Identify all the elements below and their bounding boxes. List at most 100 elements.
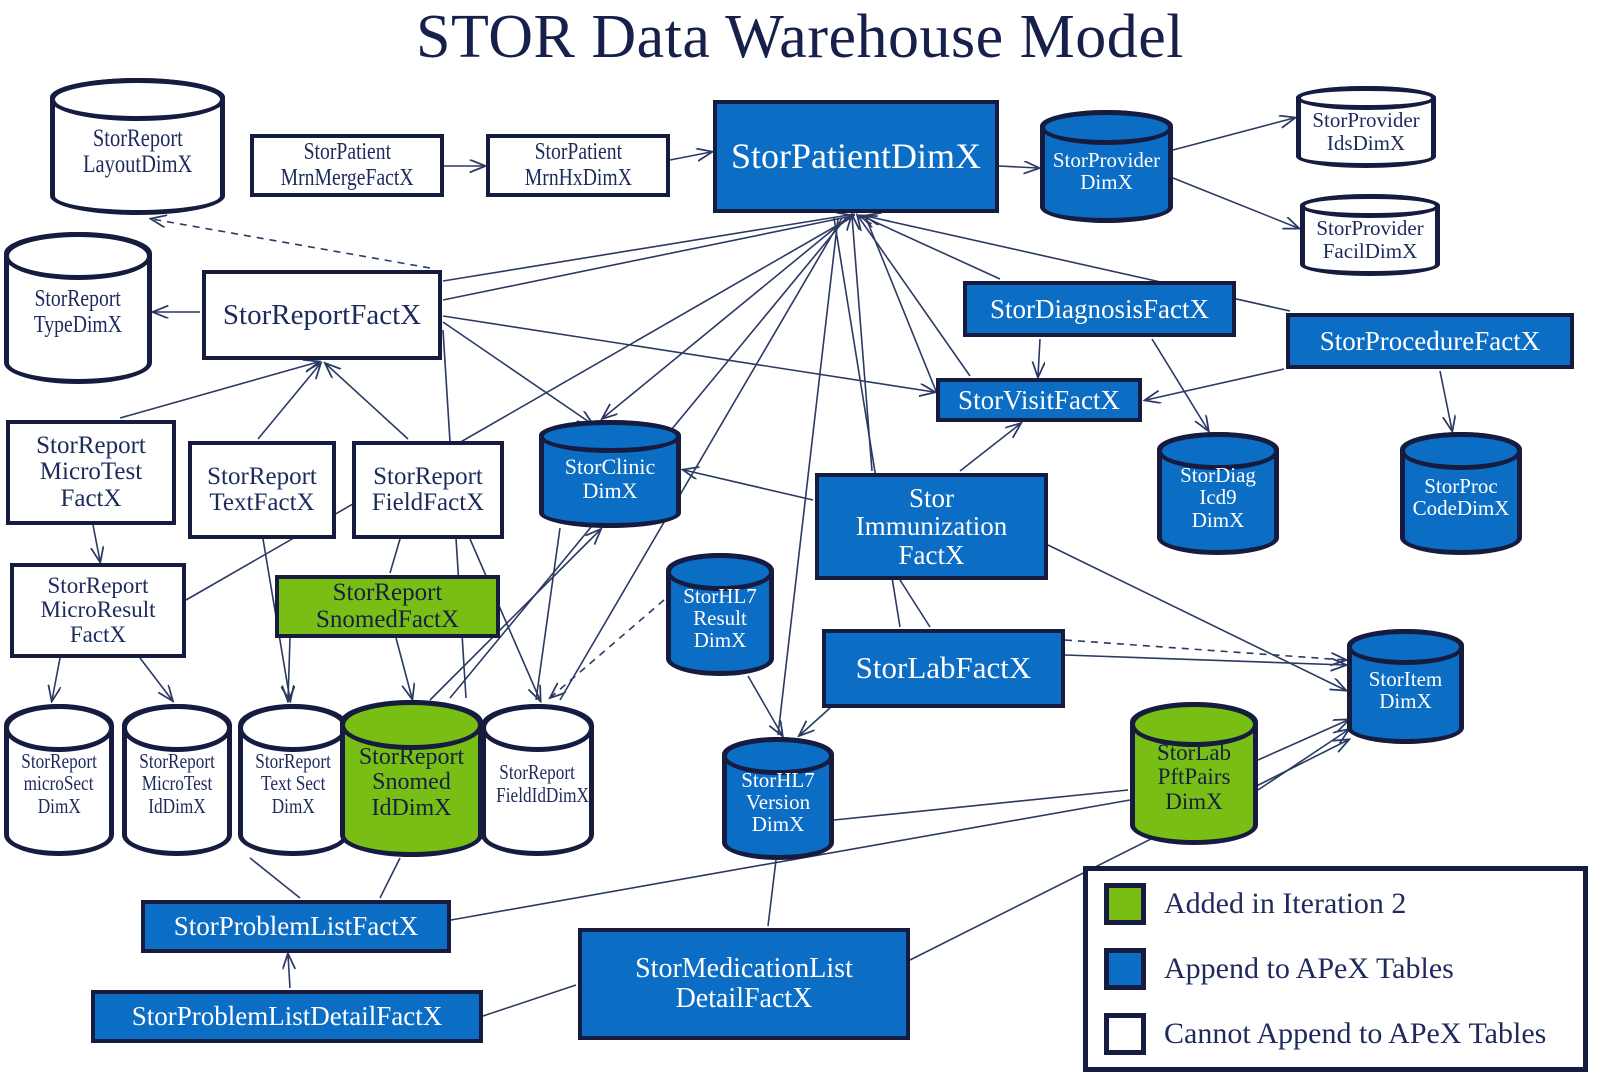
edge-storImmunizationFactX-to-storClinicDimX xyxy=(684,470,814,501)
legend-label-append-apex: Append to APeX Tables xyxy=(1164,951,1454,985)
edge-storPatientDimX-to-storVisitFactX xyxy=(865,217,939,397)
edge-storPatientDimX-to-storReportFactX xyxy=(442,213,856,282)
edge-storImmunizationFactX-to-storVisitFactX xyxy=(959,424,1020,472)
node-storReportMicroTestIdDimX[interactable]: StorReport MicroTest IdDimX xyxy=(122,704,232,856)
node-label: StorMedicationList DetailFactX xyxy=(635,953,853,1014)
legend-label-added-iteration-2: Added in Iteration 2 xyxy=(1164,886,1407,920)
edge-storProviderDimX-to-storProviderIdsDimX xyxy=(1172,118,1294,151)
node-label: Stor Immunization FactX xyxy=(855,482,1008,570)
edge-storProcedureFactX-to-storProcCodeDimX xyxy=(1439,370,1452,430)
node-label: StorReport MicroTest IdDimX xyxy=(139,749,215,818)
node-storProblemListFactX[interactable]: StorProblemListFactX xyxy=(141,900,451,953)
node-storLabFactX[interactable]: StorLabFactX xyxy=(822,629,1065,708)
edge-storMedicationListDetailFactX-to-storHL7VersionDimX xyxy=(767,859,777,927)
edge-storHL7VersionDimX-to-storLabPftPairsDimX xyxy=(833,789,1129,821)
node-label: StorReport Text Sect DimX xyxy=(255,749,331,818)
node-storReportFieldIdDimX[interactable]: StorReport FieldIdDimX xyxy=(481,704,594,856)
node-storHL7ResultDimX[interactable]: StorHL7 Result DimX xyxy=(666,553,774,676)
node-storPatientDimX[interactable]: StorPatientDimX xyxy=(713,100,999,213)
edge-storReportSnomedFactX-to-storReportTextSectDimX xyxy=(288,637,290,700)
legend: Added in Iteration 2 Append to APeX Tabl… xyxy=(1083,866,1588,1072)
node-label: StorReport TypeDimX xyxy=(33,286,123,338)
cylinder-top-icon xyxy=(1400,432,1522,471)
node-label: StorReport MicroResult FactX xyxy=(40,572,156,647)
node-label: StorHL7 Version DimX xyxy=(741,767,815,837)
node-storReportTextSectDimX[interactable]: StorReport Text Sect DimX xyxy=(238,704,348,856)
edge-storReportFactX-to-storPatientDimX xyxy=(442,216,852,301)
edge-storReportFieldFactX-to-storReportSnomedFactX xyxy=(389,538,401,574)
edge-storHL7ResultDimX-to-storReportFieldIdDimX xyxy=(551,599,665,697)
node-storReportTypeDimX[interactable]: StorReport TypeDimX xyxy=(4,232,152,384)
node-label: StorReport Snomed IdDimX xyxy=(358,743,465,821)
node-label: StorProblemListFactX xyxy=(173,911,419,942)
legend-swatch-green xyxy=(1104,882,1146,925)
cylinder-top-icon xyxy=(481,704,594,753)
edge-storReportFactX-to-storReportLayoutDimX xyxy=(152,219,431,269)
node-label: StorDiagnosisFactX xyxy=(990,293,1209,324)
edge-storProblemListFactX-to-storReportFieldIdDimX xyxy=(249,857,301,899)
node-label: StorReport microSect DimX xyxy=(21,749,97,818)
edge-storVisitFactX-to-storPatientDimX xyxy=(858,216,971,377)
edge-storProblemListDetailFactX-to-storMedicationListDetailFactX xyxy=(482,984,577,1017)
node-storReportMicroResultFactX[interactable]: StorReport MicroResult FactX xyxy=(10,563,186,658)
node-label: StorProvider FacilDimX xyxy=(1316,216,1424,263)
legend-row: Append to APeX Tables xyxy=(1088,936,1583,1001)
edge-storReportMicroTestFactX-to-storReportFactX xyxy=(119,362,318,419)
node-storMedicationListDetailFactX[interactable]: StorMedicationList DetailFactX xyxy=(578,928,910,1040)
node-storReportSnomedIdDimX[interactable]: StorReport Snomed IdDimX xyxy=(340,700,483,857)
node-storReportMicroTestFactX[interactable]: StorReport MicroTest FactX xyxy=(6,420,176,525)
node-label: StorLab PftPairs DimX xyxy=(1156,740,1232,814)
legend-row: Added in Iteration 2 xyxy=(1088,871,1583,936)
cylinder-top-icon xyxy=(4,232,152,281)
edge-storReportMicroResultFactX-to-storReportMicroSectDimX xyxy=(52,657,60,700)
node-storProviderIdsDimX[interactable]: StorProvider IdsDimX xyxy=(1296,86,1436,168)
node-storPatientMrnHxDimX[interactable]: StorPatient MrnHxDimX xyxy=(486,134,670,197)
edge-storProcedureFactX-to-storVisitFactX xyxy=(1146,368,1285,400)
edge-storProblemListFactX-to-storReportSnomedIdDimX xyxy=(379,857,401,899)
edge-storClinicDimX-to-storReportFieldIdDimX xyxy=(535,527,561,701)
node-storPatientMrnMergeFactX[interactable]: StorPatient MrnMergeFactX xyxy=(250,134,444,197)
node-label: StorProc CodeDimX xyxy=(1412,474,1510,521)
node-storReportTextFactX[interactable]: StorReport TextFactX xyxy=(188,441,336,539)
edge-storLabFactX-to-storItemDimX xyxy=(1064,654,1345,665)
node-storProviderDimX[interactable]: StorProvider DimX xyxy=(1040,110,1173,223)
legend-row: Cannot Append to APeX Tables xyxy=(1088,1002,1583,1067)
node-storProcCodeDimX[interactable]: StorProc CodeDimX xyxy=(1400,432,1522,555)
node-label: StorReport MicroTest FactX xyxy=(36,431,146,512)
node-storReportFieldFactX[interactable]: StorReport FieldFactX xyxy=(352,441,504,539)
node-storVisitFactX[interactable]: StorVisitFactX xyxy=(936,378,1142,422)
node-storReportMicroSectDimX[interactable]: StorReport microSect DimX xyxy=(4,704,114,856)
node-storClinicDimX[interactable]: StorClinic DimX xyxy=(539,420,681,528)
edge-storImmunizationFactX-to-storItemDimX xyxy=(1047,544,1345,690)
node-storLabPftPairsDimX[interactable]: StorLab PftPairs DimX xyxy=(1130,702,1258,845)
node-storItemDimX[interactable]: StorItem DimX xyxy=(1347,629,1464,744)
node-label: StorPatient MrnMergeFactX xyxy=(280,139,414,191)
edge-storLabFactX-to-storHL7VersionDimX xyxy=(800,707,831,735)
edge-storReportSnomedFactX-to-storReportSnomedIdDimX xyxy=(395,637,412,698)
edge-storLabPftPairsDimX-to-storItemDimX xyxy=(1257,730,1348,791)
node-storDiagnosisFactX[interactable]: StorDiagnosisFactX xyxy=(963,281,1236,337)
node-storHL7VersionDimX[interactable]: StorHL7 Version DimX xyxy=(722,737,834,860)
node-label: StorReport TextFactX xyxy=(207,462,317,516)
node-storProblemListDetailFactX[interactable]: StorProblemListDetailFactX xyxy=(91,990,483,1043)
node-storReportSnomedFactX[interactable]: StorReport SnomedFactX xyxy=(275,575,500,638)
diagram-canvas: STOR Data Warehouse Model StorReport Layo… xyxy=(0,0,1600,1081)
node-label: StorReport SnomedFactX xyxy=(315,579,460,633)
edge-storImmunizationFactX-to-storPatientDimX xyxy=(852,216,873,472)
edge-storDiagnosisFactX-to-storDiagIcd9DimX xyxy=(1151,338,1208,430)
page-title: STOR Data Warehouse Model xyxy=(415,3,1185,71)
edge-storReportMicroTestFactX-to-storReportMicroResultFactX xyxy=(93,524,100,561)
node-label: StorProvider IdsDimX xyxy=(1312,108,1420,155)
node-storImmunizationFactX[interactable]: Stor Immunization FactX xyxy=(815,473,1048,580)
node-storProviderFacilDimX[interactable]: StorProvider FacilDimX xyxy=(1300,194,1440,276)
node-storDiagIcd9DimX[interactable]: StorDiag Icd9 DimX xyxy=(1157,432,1279,555)
node-storProcedureFactX[interactable]: StorProcedureFactX xyxy=(1286,313,1574,369)
node-storReportFactX[interactable]: StorReportFactX xyxy=(202,270,442,360)
edge-storImmunizationFactX-to-storLabFactX xyxy=(899,579,931,628)
edge-storLabPftPairsDimX-to-storItemDimX xyxy=(1257,720,1348,761)
node-storReportLayoutDimX[interactable]: StorReport LayoutDimX xyxy=(50,78,225,215)
edge-storReportFactX-to-storVisitFactX xyxy=(442,315,934,392)
edge-storReportTextFactX-to-storReportFactX xyxy=(257,364,320,440)
edge-storDiagnosisFactX-to-storVisitFactX xyxy=(1038,338,1040,376)
edge-storReportMicroResultFactX-to-storReportMicroTestIdDimX xyxy=(139,657,172,700)
